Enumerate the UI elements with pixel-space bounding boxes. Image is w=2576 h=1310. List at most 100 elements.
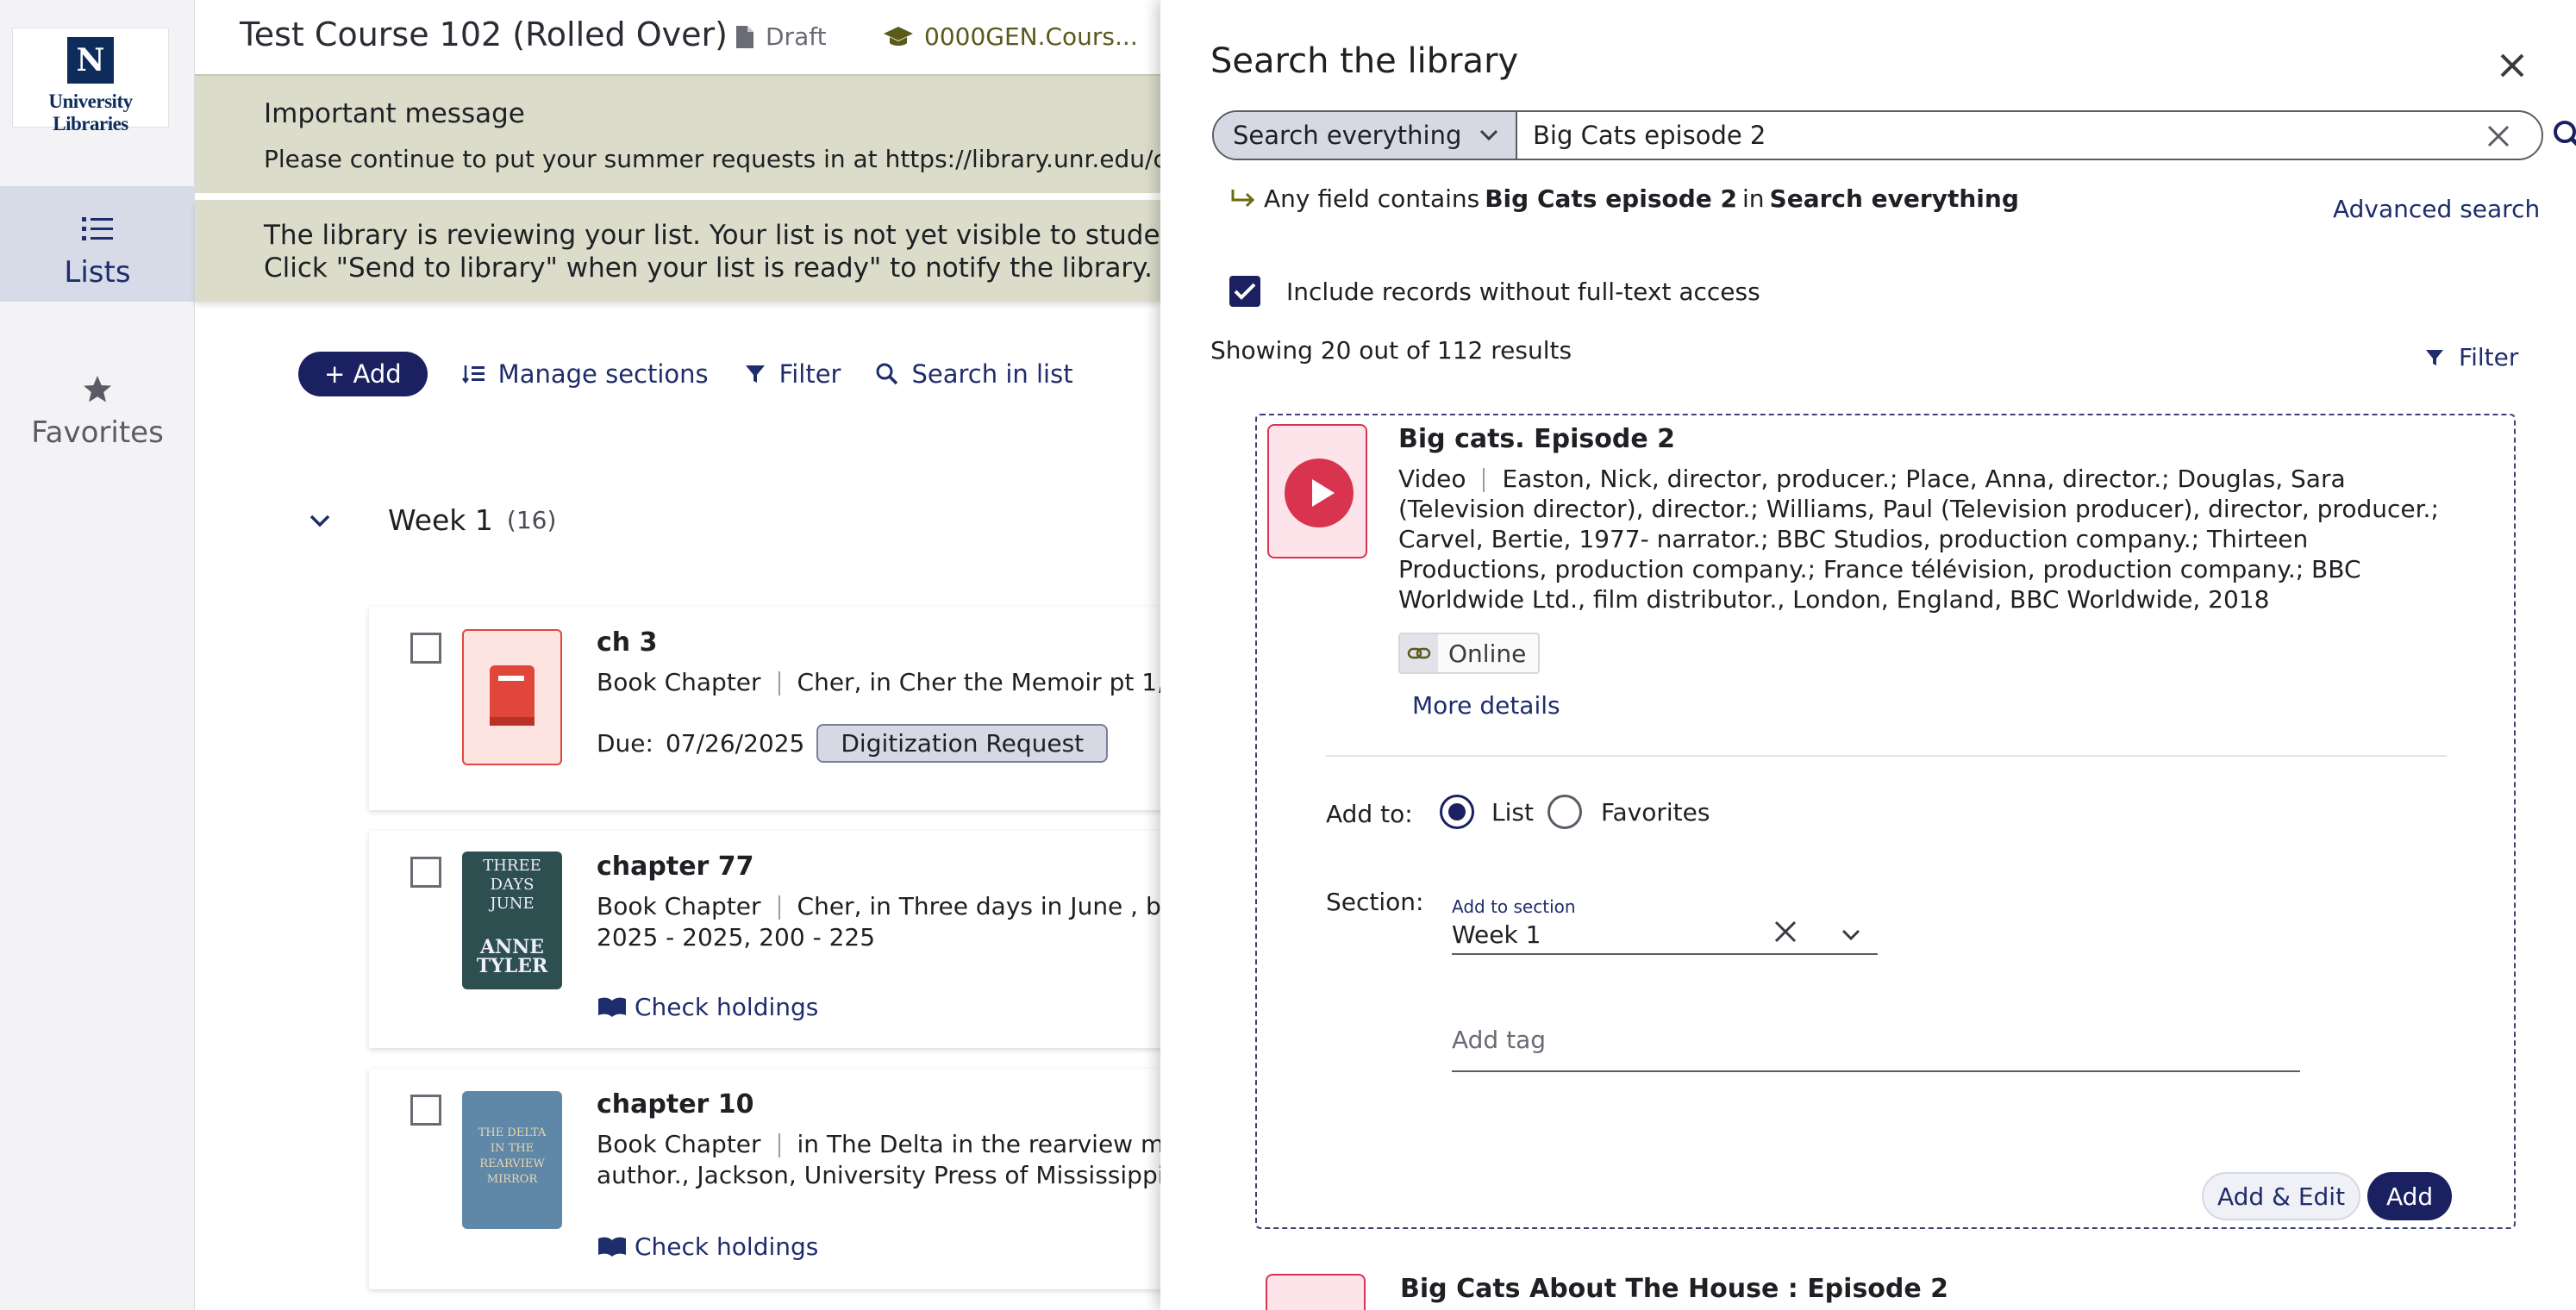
course-code-text: 0000GEN.Cours... xyxy=(924,22,1138,51)
item-type: Book Chapter xyxy=(597,892,761,920)
section-field-label: Add to section xyxy=(1452,896,1576,917)
item-details: Cher, in Three days in June , by Ty xyxy=(797,892,1209,920)
add-and-edit-button[interactable]: Add & Edit xyxy=(2202,1172,2361,1220)
separator xyxy=(778,671,780,696)
sidebar: N University Libraries Lists Favorites xyxy=(0,0,195,1310)
sidebar-item-lists[interactable]: Lists xyxy=(0,186,195,302)
message-title: Important message xyxy=(264,98,525,129)
radio-list-label: List xyxy=(1491,797,1534,827)
search-scope-select[interactable]: Search everything xyxy=(1214,112,1517,159)
check-holdings-label: Check holdings xyxy=(635,1232,819,1261)
item-title[interactable]: chapter 10 xyxy=(597,1089,754,1120)
cover-text: JUNE xyxy=(490,895,535,913)
results-filter-label: Filter xyxy=(2459,343,2519,371)
results-filter-button[interactable]: Filter xyxy=(2424,343,2518,371)
filter-button[interactable]: Filter xyxy=(743,359,841,389)
add-to-section-select[interactable]: Add to section Week 1 xyxy=(1452,896,1878,955)
status-text: Draft xyxy=(766,22,827,51)
review-notice-text: The library is reviewing your list. Your… xyxy=(264,220,1210,284)
play-icon xyxy=(1285,458,1354,527)
university-libraries-logo[interactable]: N University Libraries xyxy=(12,28,169,134)
open-book-icon xyxy=(598,1237,626,1257)
course-title: Test Course 102 (Rolled Over) xyxy=(240,16,728,53)
add-tag-input[interactable]: Add tag xyxy=(1452,1019,2300,1072)
digitization-request-badge[interactable]: Digitization Request xyxy=(816,724,1109,763)
star-icon xyxy=(84,376,111,402)
search-result[interactable]: Big cats. Episode 2 Video Easton, Nick, d… xyxy=(1255,414,2516,1229)
result-title[interactable]: Big cats. Episode 2 xyxy=(1398,424,1675,454)
check-holdings-link[interactable]: Check holdings xyxy=(597,1232,818,1261)
list-item[interactable]: ch 3 Book Chapter Cher, in Cher the Memoi… xyxy=(369,607,1227,810)
logo-mark: N xyxy=(67,37,114,84)
search-icon[interactable] xyxy=(2552,119,2576,152)
list-icon xyxy=(82,217,113,240)
search-in-list-button[interactable]: Search in list xyxy=(875,359,1073,389)
search-scope-value: Search everything xyxy=(1233,121,1462,150)
logo-text: University Libraries xyxy=(48,90,133,134)
add-to-radio-group: List Favorites xyxy=(1440,795,1710,829)
query-in: in xyxy=(1742,184,1765,213)
close-icon[interactable] xyxy=(2497,50,2528,81)
item-details-2: author., Jackson, University Press of Mi… xyxy=(597,1161,1196,1189)
include-records-checkbox[interactable] xyxy=(1229,276,1260,307)
result-meta: Video Easton, Nick, director, producer.; … xyxy=(1398,464,2450,614)
clear-icon[interactable] xyxy=(1773,919,1798,945)
message-body: Please continue to put your summer reque… xyxy=(264,145,1233,173)
include-records-toggle[interactable]: Include records without full-text access xyxy=(1229,276,1760,307)
result-authors: Easton, Nick, director, producer.; Place… xyxy=(1398,465,2439,614)
course-code[interactable]: 0000GEN.Cours... xyxy=(883,22,1138,51)
item-checkbox[interactable] xyxy=(410,1095,441,1126)
filter-label: Filter xyxy=(778,359,841,389)
graduation-cap-icon xyxy=(884,26,913,46)
check-holdings-link[interactable]: Check holdings xyxy=(597,993,818,1021)
cover-text: MIRROR xyxy=(486,1173,538,1186)
video-thumbnail xyxy=(1267,424,1367,558)
document-icon xyxy=(736,25,753,48)
section-title: Week 1 xyxy=(388,503,493,537)
cover-text: THE DELTA xyxy=(478,1126,547,1139)
separator xyxy=(778,895,780,920)
sidebar-item-favorites[interactable]: Favorites xyxy=(0,346,195,462)
query-summary: Any field contains Big Cats episode 2 in… xyxy=(1229,184,2019,213)
search-input[interactable]: Big Cats episode 2 xyxy=(1533,121,1766,150)
link-icon xyxy=(1400,634,1438,672)
item-checkbox[interactable] xyxy=(410,857,441,888)
add-result-button[interactable]: Add xyxy=(2367,1172,2453,1220)
list-item[interactable]: THREE DAYS JUNE ANNE TYLER chapter 77 Bo… xyxy=(369,831,1209,1048)
online-availability-chip[interactable]: Online xyxy=(1398,633,1541,674)
book-thumbnail xyxy=(462,629,562,765)
advanced-search-link[interactable]: Advanced search xyxy=(2333,195,2540,223)
more-details-link[interactable]: More details xyxy=(1412,691,1560,720)
section-header[interactable]: Week 1 (16) xyxy=(307,503,556,537)
search-in-list-label: Search in list xyxy=(911,359,1073,389)
library-search-bar: Search everything Big Cats episode 2 xyxy=(1212,110,2576,160)
item-meta: Book Chapter in The Delta in the rearview… xyxy=(597,1129,1215,1191)
result-title[interactable]: Big Cats About The House : Episode 2 xyxy=(1400,1274,1948,1304)
radio-favorites-label: Favorites xyxy=(1600,797,1710,827)
clear-icon[interactable] xyxy=(2485,122,2512,150)
chevron-down-icon[interactable] xyxy=(307,508,333,533)
query-scope: Search everything xyxy=(1769,184,2019,213)
radio-list[interactable] xyxy=(1440,795,1474,829)
search-library-panel: Search the library Search everything Big… xyxy=(1160,0,2576,1310)
manage-sections-button[interactable]: Manage sections xyxy=(461,359,709,389)
add-to-label: Add to: xyxy=(1326,800,1413,828)
include-records-label: Include records without full-text access xyxy=(1286,277,1760,306)
chevron-down-icon[interactable] xyxy=(1840,924,1862,946)
list-item[interactable]: THE DELTA IN THE REARVIEW MIRROR chapter… xyxy=(369,1069,1215,1289)
important-message: Important message Please continue to put… xyxy=(195,74,1232,193)
sidebar-item-label: Favorites xyxy=(31,415,164,450)
item-checkbox[interactable] xyxy=(410,633,441,664)
item-details-2: 2025 - 2025, 200 - 225 xyxy=(597,923,876,951)
due-date: 07/26/2025 xyxy=(665,729,805,758)
radio-favorites[interactable] xyxy=(1547,795,1582,829)
search-icon xyxy=(876,363,898,385)
add-button[interactable]: + Add xyxy=(298,352,428,396)
item-title[interactable]: ch 3 xyxy=(597,627,657,658)
sort-list-icon xyxy=(461,365,485,384)
cover-text: THREE xyxy=(483,857,541,875)
item-title[interactable]: chapter 77 xyxy=(597,852,754,882)
section-label: Section: xyxy=(1326,888,1424,916)
filter-icon xyxy=(2426,349,2443,365)
manage-sections-label: Manage sections xyxy=(497,359,709,389)
